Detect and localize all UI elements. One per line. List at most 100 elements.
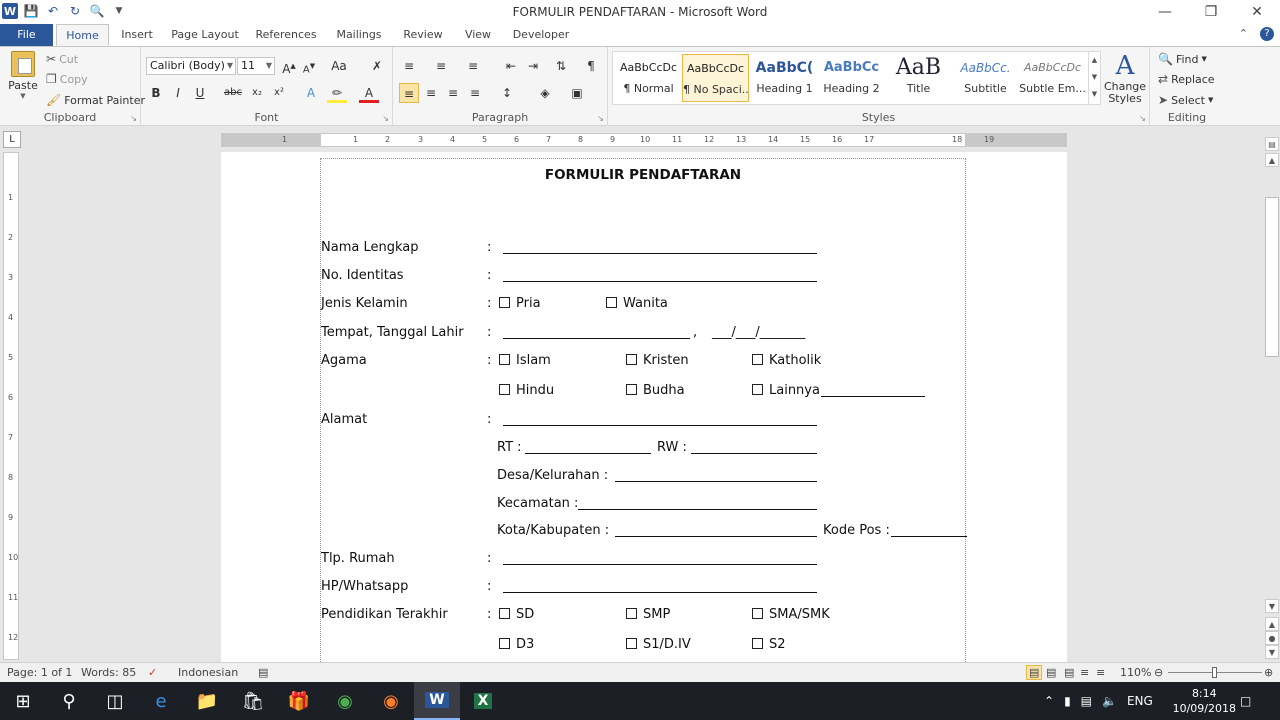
font-launcher-icon[interactable]: ↘ xyxy=(382,114,389,123)
sort-icon[interactable]: ⇅ xyxy=(551,56,571,76)
align-left-icon[interactable]: ≡ xyxy=(399,83,419,103)
macro-record-icon[interactable]: ▤ xyxy=(258,666,268,679)
bold-icon[interactable]: B xyxy=(146,83,166,103)
borders-icon[interactable]: ▣ xyxy=(567,83,587,103)
tab-page-layout[interactable]: Page Layout xyxy=(170,24,240,46)
close-button[interactable]: ✕ xyxy=(1234,0,1280,24)
vertical-ruler[interactable]: 1 2 3 4 5 6 7 8 9 10 11 12 xyxy=(3,152,19,660)
cut-button[interactable]: ✂ Cut xyxy=(46,52,78,66)
strikethrough-icon[interactable]: abc xyxy=(223,83,243,103)
tab-references[interactable]: References xyxy=(254,24,318,46)
tab-file[interactable]: File xyxy=(0,24,53,46)
firefox-icon[interactable]: ◉ xyxy=(368,682,414,720)
show-hidden-icons-icon[interactable]: ⌃ xyxy=(1044,694,1054,708)
change-styles-button[interactable]: A Change Styles xyxy=(1103,51,1147,105)
style-no-spacing[interactable]: AaBbCcDc ¶ No Spaci... xyxy=(682,54,749,102)
input-line-identitas[interactable] xyxy=(503,268,817,282)
font-family-select[interactable]: Calibri (Body) ▼ xyxy=(146,57,236,75)
styles-gallery-scroll[interactable]: ▲ ▼ ▼ xyxy=(1088,52,1100,104)
italic-icon[interactable]: I xyxy=(168,83,188,103)
minimize-ribbon-icon[interactable]: ⌃ xyxy=(1239,27,1248,41)
input-line-hp[interactable] xyxy=(503,579,817,593)
multilevel-list-icon[interactable]: ≡ xyxy=(463,56,483,76)
more-icon[interactable]: ▼ xyxy=(1089,86,1100,103)
checkbox-d3[interactable]: D3 xyxy=(499,637,534,652)
checkbox-pria[interactable]: Pria xyxy=(499,296,541,311)
tab-view[interactable]: View xyxy=(461,24,495,46)
tab-review[interactable]: Review xyxy=(399,24,447,46)
change-case-icon[interactable]: Aa xyxy=(329,56,349,76)
document-body[interactable]: FORMULIR PENDAFTARAN Nama Lengkap : No. … xyxy=(320,158,967,662)
help-icon[interactable]: ? xyxy=(1260,27,1274,41)
clipboard-launcher-icon[interactable]: ↘ xyxy=(130,114,137,123)
scroll-down-icon[interactable]: ▼ xyxy=(1265,599,1279,613)
previous-page-icon[interactable]: ▲ xyxy=(1265,617,1279,631)
horizontal-ruler[interactable]: 1 1 2 3 4 5 6 7 8 9 10 11 12 13 14 15 16… xyxy=(221,133,1067,147)
checkbox-sd[interactable]: SD xyxy=(499,607,534,622)
language-status[interactable]: Indonesian xyxy=(178,666,238,679)
select-button[interactable]: ➤ Select ▼ xyxy=(1158,93,1213,107)
copy-button[interactable]: ❐ Copy xyxy=(46,72,88,86)
input-line-rt[interactable] xyxy=(525,440,651,454)
checkbox-kristen[interactable]: Kristen xyxy=(626,353,689,368)
increase-indent-icon[interactable]: ⇥ xyxy=(523,56,543,76)
line-spacing-icon[interactable]: ↕ xyxy=(497,83,517,103)
zoom-slider[interactable] xyxy=(1168,667,1262,678)
scroll-thumb[interactable] xyxy=(1265,197,1279,357)
browse-object-icon[interactable]: ● xyxy=(1265,631,1279,645)
input-line-tempat[interactable] xyxy=(503,325,690,339)
zoom-level[interactable]: 110% xyxy=(1120,666,1151,679)
scroll-up-icon[interactable]: ▲ xyxy=(1265,153,1279,167)
clear-formatting-icon[interactable]: ✗ xyxy=(367,56,387,76)
full-screen-reading-icon[interactable]: ▤ xyxy=(1046,666,1056,679)
paste-button[interactable]: Paste ▼ xyxy=(8,51,38,100)
web-layout-icon[interactable]: ▤ xyxy=(1064,666,1074,679)
styles-launcher-icon[interactable]: ↘ xyxy=(1139,114,1146,123)
font-size-select[interactable]: 11 ▼ xyxy=(237,57,275,75)
input-tanggal[interactable]: ___/___/_______ xyxy=(712,325,805,340)
checkbox-sma[interactable]: SMA/SMK xyxy=(752,607,830,622)
input-line-rw[interactable] xyxy=(691,440,817,454)
battery-icon[interactable]: ▮ xyxy=(1064,694,1071,708)
checkbox-lainnya[interactable]: Lainnya xyxy=(752,383,820,398)
minimize-button[interactable]: — xyxy=(1142,0,1188,24)
word-taskbar-icon[interactable]: W xyxy=(414,682,460,720)
proofing-icon[interactable]: ✓ xyxy=(148,666,157,679)
show-formatting-icon[interactable]: ¶ xyxy=(581,56,601,76)
input-line-kecamatan[interactable] xyxy=(578,496,817,510)
subscript-icon[interactable]: x₂ xyxy=(247,83,267,103)
chevron-down-icon[interactable]: ▼ xyxy=(1089,69,1100,86)
excel-taskbar-icon[interactable]: X xyxy=(460,682,506,720)
checkbox-budha[interactable]: Budha xyxy=(626,383,685,398)
page-count[interactable]: Page: 1 of 1 xyxy=(7,666,72,679)
network-icon[interactable]: ▤ xyxy=(1081,694,1092,708)
restore-button[interactable]: ❐ xyxy=(1188,0,1234,24)
style-heading-1[interactable]: AaBbC(Heading 1 xyxy=(751,54,818,102)
style-heading-2[interactable]: AaBbCc Heading 2 xyxy=(818,54,885,102)
notifications-icon[interactable]: □ xyxy=(1240,682,1251,720)
input-line-lainnya[interactable] xyxy=(821,383,925,397)
align-right-icon[interactable]: ≡ xyxy=(443,83,463,103)
input-line-kota[interactable] xyxy=(615,523,817,537)
shrink-font-icon[interactable]: A▼ xyxy=(299,56,319,76)
next-page-icon[interactable]: ▼ xyxy=(1265,645,1279,659)
input-line-desa[interactable] xyxy=(615,468,817,482)
style-title[interactable]: AaB Title xyxy=(885,54,952,102)
word-count[interactable]: Words: 85 xyxy=(81,666,136,679)
outline-view-icon[interactable]: ≡ xyxy=(1080,666,1089,679)
zoom-out-icon[interactable]: ⊖ xyxy=(1154,666,1163,679)
edge-browser-icon[interactable]: e xyxy=(138,682,184,720)
input-line-tlp[interactable] xyxy=(503,551,817,565)
tab-insert[interactable]: Insert xyxy=(116,24,158,46)
decrease-indent-icon[interactable]: ⇤ xyxy=(501,56,521,76)
bullets-icon[interactable]: ≡ xyxy=(399,56,419,76)
checkbox-islam[interactable]: Islam xyxy=(499,353,551,368)
justify-icon[interactable]: ≡ xyxy=(465,83,485,103)
tab-home[interactable]: Home xyxy=(56,24,109,46)
search-icon[interactable]: ⚲ xyxy=(46,682,92,720)
style-subtitle[interactable]: AaBbCc. Subtitle xyxy=(952,54,1019,102)
format-painter-button[interactable]: 🖌 Format Painter xyxy=(46,93,145,107)
checkbox-s1[interactable]: S1/D.IV xyxy=(626,637,691,652)
print-layout-view-icon[interactable]: ▤ xyxy=(1026,665,1043,680)
gift-app-icon[interactable]: 🎁 xyxy=(276,682,322,720)
